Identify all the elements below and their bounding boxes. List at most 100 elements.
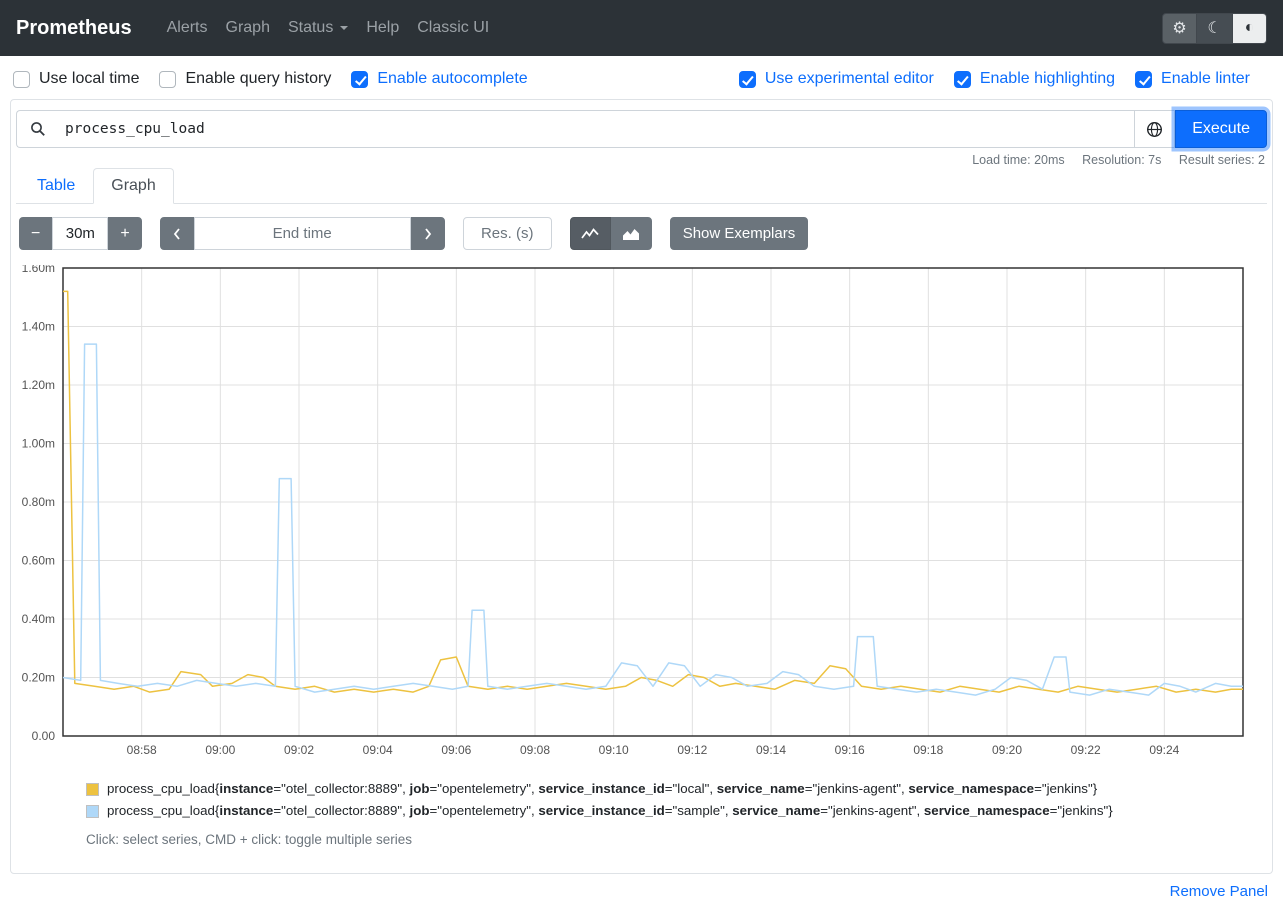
svg-text:09:04: 09:04: [363, 743, 393, 757]
show-exemplars-button[interactable]: Show Exemplars: [670, 217, 809, 250]
checkbox-box: [954, 71, 971, 88]
options-row: Use local time Enable query history Enab…: [0, 56, 1283, 99]
brand-prometheus[interactable]: Prometheus: [16, 17, 132, 40]
end-time-input[interactable]: [194, 217, 411, 250]
svg-text:0.00: 0.00: [32, 729, 56, 743]
checkbox-use-experimental-editor[interactable]: Use experimental editor: [739, 70, 934, 88]
svg-text:1.60m: 1.60m: [22, 265, 55, 275]
globe-icon: [1146, 121, 1163, 138]
range-input[interactable]: [52, 217, 108, 250]
svg-text:0.60m: 0.60m: [22, 554, 55, 568]
checkbox-use-local-time[interactable]: Use local time: [13, 70, 139, 88]
checkbox-box: [159, 71, 176, 88]
nav-item-graph[interactable]: Graph: [217, 11, 279, 45]
tab-bar: Table Graph: [16, 168, 1267, 204]
svg-text:09:18: 09:18: [913, 743, 943, 757]
dark-theme-button[interactable]: ☾: [1197, 13, 1232, 44]
checkbox-enable-query-history[interactable]: Enable query history: [159, 70, 331, 88]
expression-input[interactable]: [59, 110, 1134, 148]
legend-swatch: [86, 783, 99, 796]
query-panel: Execute Load time: 20ms Resolution: 7s R…: [10, 99, 1273, 874]
checkbox-label: Enable highlighting: [980, 70, 1115, 88]
result-series: Result series: 2: [1179, 153, 1265, 167]
remove-panel-link[interactable]: Remove Panel: [1170, 883, 1268, 900]
checkbox-label: Enable autocomplete: [377, 70, 527, 88]
resolution-group: [463, 217, 552, 250]
range-increase-button[interactable]: +: [108, 217, 141, 250]
time-forward-button[interactable]: [411, 217, 445, 250]
svg-text:09:06: 09:06: [441, 743, 471, 757]
range-decrease-button[interactable]: −: [19, 217, 52, 250]
tab-graph[interactable]: Graph: [93, 168, 173, 204]
stacked-chart-button[interactable]: [611, 217, 652, 250]
checkbox-label: Use local time: [39, 70, 139, 88]
svg-text:09:12: 09:12: [677, 743, 707, 757]
legend-item[interactable]: process_cpu_load{instance="otel_collecto…: [86, 781, 1267, 796]
line-chart-icon: [581, 227, 599, 241]
svg-text:09:16: 09:16: [835, 743, 865, 757]
chart-type-group: [570, 217, 652, 250]
metrics-explorer-button[interactable]: [1134, 110, 1175, 148]
svg-text:09:10: 09:10: [599, 743, 629, 757]
checkbox-enable-highlighting[interactable]: Enable highlighting: [954, 70, 1115, 88]
svg-text:09:14: 09:14: [756, 743, 786, 757]
gear-icon: ⚙: [1172, 18, 1186, 38]
svg-text:09:22: 09:22: [1071, 743, 1101, 757]
checkbox-box: [13, 71, 30, 88]
svg-text:0.80m: 0.80m: [22, 495, 55, 509]
svg-text:09:08: 09:08: [520, 743, 550, 757]
theme-button-group: ⚙ ☾ ◐: [1162, 13, 1267, 44]
auto-theme-button[interactable]: ◐: [1232, 13, 1267, 44]
nav-item-classic-ui[interactable]: Classic UI: [408, 11, 498, 45]
svg-text:08:58: 08:58: [127, 743, 157, 757]
chevron-right-icon: [423, 227, 433, 241]
moon-icon: ☾: [1207, 18, 1221, 38]
checkbox-enable-autocomplete[interactable]: Enable autocomplete: [351, 70, 527, 88]
settings-button[interactable]: ⚙: [1162, 13, 1197, 44]
end-time-group: [160, 217, 445, 250]
legend-item[interactable]: process_cpu_load{instance="otel_collecto…: [86, 803, 1267, 818]
line-chart-button[interactable]: [570, 217, 611, 250]
svg-text:1.20m: 1.20m: [22, 378, 55, 392]
checkbox-enable-linter[interactable]: Enable linter: [1135, 70, 1250, 88]
execute-button[interactable]: Execute: [1175, 110, 1267, 148]
query-row: Execute: [16, 110, 1267, 148]
search-icon: [30, 121, 46, 137]
contrast-icon: ◐: [1245, 19, 1255, 37]
svg-text:09:00: 09:00: [205, 743, 235, 757]
svg-text:0.20m: 0.20m: [22, 671, 55, 685]
chevron-left-icon: [172, 227, 182, 241]
graph-canvas[interactable]: 08:58 09:00 09:02 09:04 09:06 09:08 09:10 09:12…: [16, 265, 1267, 767]
nav-item-help[interactable]: Help: [357, 11, 408, 45]
graph-area: 08:58 09:00 09:02 09:04 09:06 09:08 09:10 09:12…: [16, 265, 1267, 767]
svg-text:1.00m: 1.00m: [22, 437, 55, 451]
svg-text:1.40m: 1.40m: [22, 320, 55, 334]
svg-text:09:24: 09:24: [1149, 743, 1179, 757]
checkbox-box: [1135, 71, 1152, 88]
range-group: − +: [19, 217, 142, 250]
remove-panel-row: Remove Panel: [0, 883, 1268, 901]
stacked-area-icon: [622, 227, 640, 241]
resolution-input[interactable]: [463, 217, 552, 250]
navbar: Prometheus Alerts Graph Status Help Clas…: [0, 0, 1283, 56]
nav-item-alerts[interactable]: Alerts: [158, 11, 217, 45]
checkbox-label: Enable query history: [185, 70, 331, 88]
exemplars-group: Show Exemplars: [670, 217, 809, 250]
svg-text:0.40m: 0.40m: [22, 612, 55, 626]
legend-series-label: process_cpu_load{instance="otel_collecto…: [107, 781, 1097, 796]
svg-text:09:02: 09:02: [284, 743, 314, 757]
checkbox-box: [351, 71, 368, 88]
graph-controls: − +: [19, 217, 1267, 250]
time-back-button[interactable]: [160, 217, 194, 250]
legend-hint: Click: select series, CMD + click: toggl…: [86, 832, 1267, 847]
chevron-down-icon: [340, 26, 348, 30]
nav-item-status[interactable]: Status: [279, 11, 357, 45]
tab-table[interactable]: Table: [19, 168, 93, 204]
checkbox-box: [739, 71, 756, 88]
resolution: Resolution: 7s: [1082, 153, 1161, 167]
checkbox-label: Use experimental editor: [765, 70, 934, 88]
graph-legend: process_cpu_load{instance="otel_collecto…: [86, 781, 1267, 818]
query-stats: Load time: 20ms Resolution: 7s Result se…: [18, 153, 1265, 167]
legend-series-label: process_cpu_load{instance="otel_collecto…: [107, 803, 1113, 818]
legend-swatch: [86, 805, 99, 818]
